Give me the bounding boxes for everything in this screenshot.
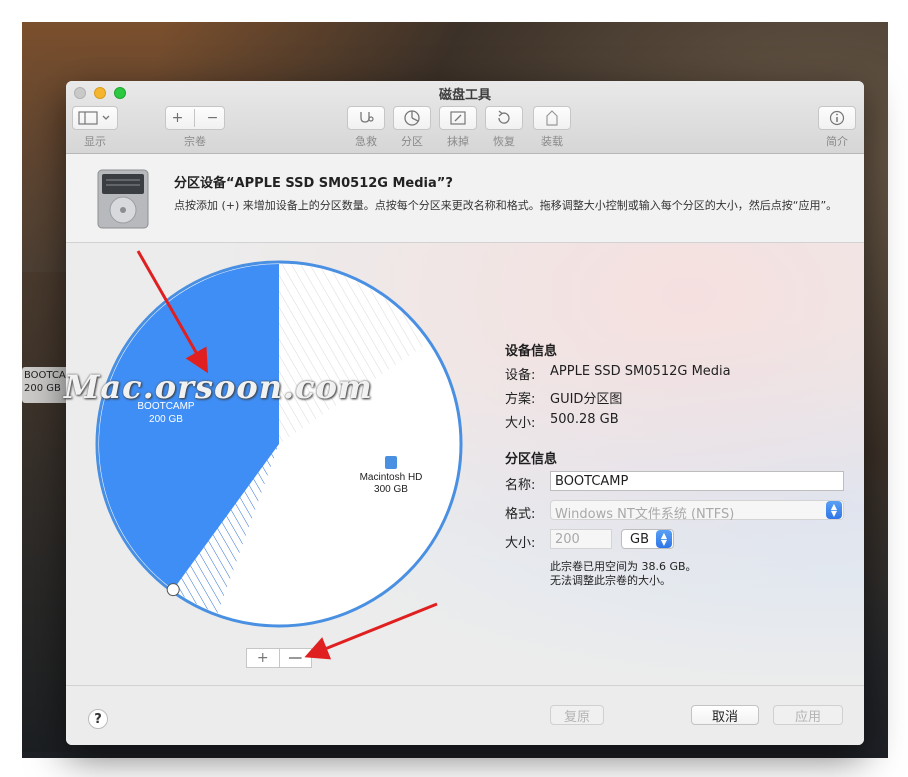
desktop-volume-name: BOOTCAMP (24, 370, 81, 381)
macintosh-hd-slice-label: Macintosh HD (360, 472, 423, 483)
partition-info-heading: 分区信息 (505, 452, 558, 467)
bootcamp-slice-size: 200 GB (149, 414, 183, 425)
partition-sheet-header: 分区设备“APPLE SSD SM0512G Media”? 点按添加 (+) … (66, 154, 864, 243)
scheme-value: GUID分区图 (550, 392, 623, 407)
erase-button[interactable] (439, 106, 477, 130)
size-unit-stepper[interactable]: ▲ ▼ (656, 530, 672, 548)
add-volume-icon[interactable]: + (172, 110, 184, 126)
disk-utility-window: 磁盘工具 显示 + − 宗卷 急救 分区 抹掉 恢复 装载 简介 分区设备“AP… (66, 81, 864, 745)
mount-icon (546, 110, 558, 126)
toolbar: 磁盘工具 显示 + − 宗卷 急救 分区 抹掉 恢复 装载 简介 (66, 81, 864, 154)
mount-label: 装载 (541, 135, 563, 148)
partition-size-label: 大小: (505, 536, 536, 551)
name-label: 名称: (505, 478, 536, 493)
info-icon (829, 110, 845, 126)
info-label: 简介 (826, 135, 848, 148)
volume-label: 宗卷 (184, 135, 206, 148)
info-button[interactable] (818, 106, 856, 130)
partition-label: 分区 (401, 135, 423, 148)
erase-icon (450, 111, 466, 125)
watermark-text: Mac.orsoon.com (64, 368, 373, 406)
help-button[interactable]: ? (88, 709, 108, 729)
restore-label: 恢复 (493, 135, 515, 148)
divider (194, 109, 196, 127)
size-unit-value: GB (630, 532, 649, 547)
partition-pie-chart[interactable]: BOOTCAMP 200 GB Macintosh HD 300 GB (94, 259, 464, 629)
window-title: 磁盘工具 (438, 88, 491, 103)
format-select-value: Windows NT文件系统 (NTFS) (555, 507, 735, 522)
device-value: APPLE SSD SM0512G Media (550, 364, 731, 379)
view-label: 显示 (84, 135, 106, 148)
finder-icon (385, 456, 397, 469)
desktop-volume-label: BOOTCAMP 200 GB (22, 367, 81, 403)
revert-button[interactable]: 复原 (550, 705, 604, 725)
resize-note: 无法调整此宗卷的大小。 (550, 574, 671, 587)
partition-button[interactable] (393, 106, 431, 130)
pie-add-remove-control: + — (246, 648, 312, 668)
format-select-stepper[interactable]: ▲ ▼ (826, 501, 842, 519)
partition-icon (404, 110, 420, 126)
desktop-cliff (22, 272, 72, 752)
sheet-footer: ? 复原 取消 应用 (66, 685, 864, 745)
size-label: 大小: (505, 416, 536, 431)
format-label: 格式: (505, 507, 536, 522)
view-button[interactable] (72, 106, 118, 130)
partition-name-field[interactable]: BOOTCAMP (550, 471, 844, 491)
macintosh-hd-slice-size: 300 GB (374, 484, 408, 495)
remove-partition-button[interactable]: — (280, 649, 312, 667)
device-label: 设备: (505, 368, 536, 383)
resize-handle[interactable] (166, 583, 180, 597)
first-aid-label: 急救 (355, 135, 377, 148)
device-info-heading: 设备信息 (505, 344, 558, 359)
remove-volume-icon[interactable]: − (207, 110, 219, 126)
desktop-volume-size: 200 GB (24, 383, 61, 394)
restore-icon (498, 110, 510, 124)
add-partition-button[interactable]: + (247, 649, 279, 667)
erase-label: 抹掉 (447, 135, 469, 148)
hard-drive-icon (97, 169, 149, 229)
sidebar-icon (78, 111, 110, 125)
first-aid-button[interactable] (347, 106, 385, 130)
apply-button[interactable]: 应用 (773, 705, 843, 725)
volume-buttons[interactable]: + − (165, 106, 225, 130)
cancel-button[interactable]: 取消 (691, 705, 759, 725)
mount-button[interactable] (533, 106, 571, 130)
format-select[interactable]: Windows NT文件系统 (NTFS) (550, 500, 844, 522)
partition-size-field[interactable]: 200 (550, 529, 612, 549)
restore-button[interactable] (485, 106, 523, 130)
stethoscope-icon (360, 112, 374, 123)
sheet-title: 分区设备“APPLE SSD SM0512G Media”? (174, 176, 453, 191)
sheet-description: 点按添加 (+) 来增加设备上的分区数量。点按每个分区来更改名称和格式。拖移调整… (174, 199, 838, 212)
size-value: 500.28 GB (550, 412, 619, 427)
scheme-label: 方案: (505, 392, 536, 407)
